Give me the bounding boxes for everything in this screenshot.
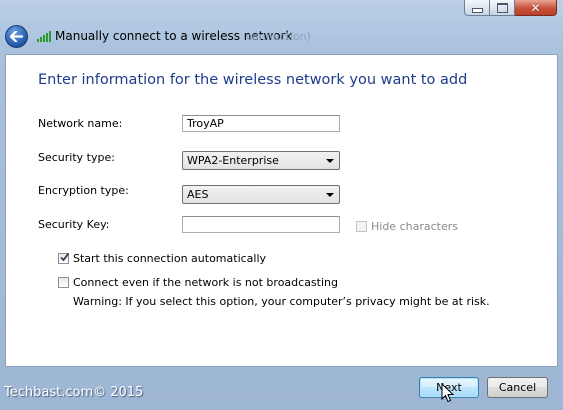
encryption-type-label: Encryption type: [38,184,129,197]
cancel-button[interactable]: Cancel [487,377,548,398]
minimize-icon [471,7,483,13]
security-type-label: Security type: [38,151,115,164]
close-icon: ✕ [530,0,541,15]
page-heading: Enter information for the wireless netwo… [38,72,468,88]
security-key-label: Security Key: [38,218,110,231]
connect-not-broadcasting-checkbox[interactable] [58,277,69,288]
wireless-signal-icon [37,31,51,42]
checkmark-icon [60,252,70,262]
start-automatically-checkbox[interactable] [58,252,70,264]
network-name-label: Network name: [38,117,123,130]
content-panel: Enter information for the wireless netwo… [5,54,558,367]
hide-characters-label: Hide characters [371,220,458,233]
chevron-down-icon [326,193,334,197]
network-name-input[interactable]: TroyAP [182,115,340,132]
security-type-select[interactable]: WPA2-Enterprise [182,151,340,170]
security-key-input[interactable] [182,216,340,233]
privacy-warning-text: Warning: If you select this option, your… [73,295,490,308]
dialog-window: ✕ Manually connect to a wireless network… [0,0,563,410]
maximize-button[interactable] [490,0,515,16]
title-background-text: connection) [246,30,311,43]
minimize-button[interactable] [464,0,490,16]
chevron-down-icon [326,159,334,163]
mouse-cursor-icon [441,383,455,403]
hide-characters-checkbox[interactable] [356,221,367,232]
back-arrow-icon [10,31,23,42]
maximize-icon [496,2,508,13]
back-button[interactable] [5,25,28,48]
close-button[interactable]: ✕ [515,0,557,16]
caption-buttons: ✕ [464,0,557,17]
encryption-type-value: AES [187,188,209,201]
title-bar: Manually connect to a wireless network c… [0,22,563,52]
watermark-text: Techbast.com© 2015 [4,385,144,400]
security-type-value: WPA2-Enterprise [187,154,279,167]
start-automatically-label: Start this connection automatically [73,252,267,265]
encryption-type-select[interactable]: AES [182,185,340,204]
connect-not-broadcasting-label: Connect even if the network is not broad… [73,276,338,289]
